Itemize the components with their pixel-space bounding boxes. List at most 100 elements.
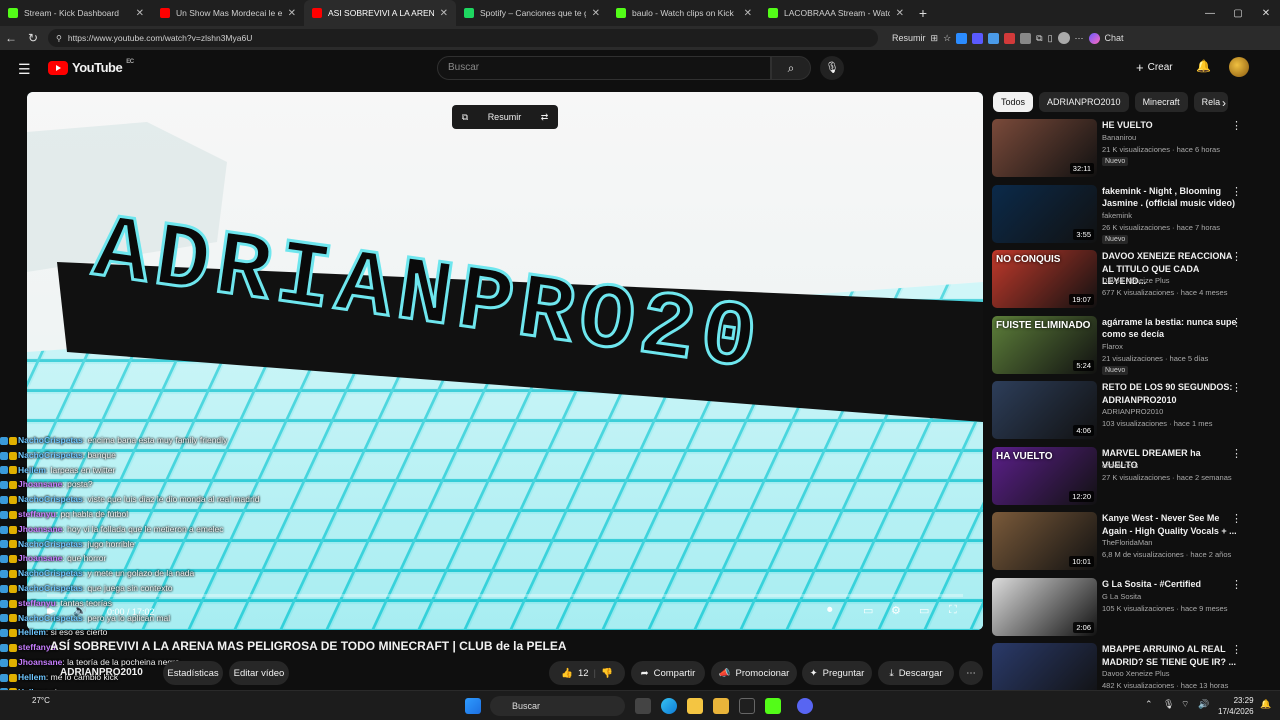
tab-close-icon[interactable]: ✕ [744,8,752,19]
recommendation-item[interactable]: 32:11 HE VUELTO Bananirou 21 K visualizacio… [992,119,1250,179]
settings-gear-icon[interactable]: ⚙ [891,604,901,617]
download-button[interactable]: ⤓ Descargar [878,661,954,685]
browser-tab[interactable]: ASI SOBREVIVI A LA ARENA M ✕ [304,0,456,26]
rec-title[interactable]: RETO DE LOS 90 SEGUNDOS: ADRIANPRO2010 [1102,381,1237,406]
chat-username[interactable]: Hellem [18,465,46,475]
rec-channel[interactable]: TheFloridaMan [1102,538,1152,547]
browser-tab[interactable]: baulo - Watch clips on Kick ✕ [608,0,760,26]
hamburger-menu-icon[interactable]: ☰ [18,61,31,78]
recommendation-item[interactable]: 3:55 fakemink - Night , Blooming Jasmine … [992,184,1250,245]
summarize-label[interactable]: Resumir [488,112,522,122]
video-thumbnail[interactable]: 3:55 [992,184,1097,243]
dislike-icon[interactable]: 👎 [601,668,613,679]
more-options-icon[interactable]: ⋮ [1231,643,1242,656]
notification-center-icon[interactable]: 🔔 [1260,699,1271,710]
recommendation-item[interactable]: 10:01 Kanye West - Never See Me Again - H… [992,512,1250,572]
voice-search-button[interactable]: 🎙 [820,56,844,80]
rec-title[interactable]: agárrame la bestia: nunca supe como se d… [1102,316,1237,341]
recommendation-item[interactable]: HA VUELTO 12:20 MARVEL DREAMER ha VUELTO or… [992,446,1250,507]
settings-app-icon[interactable] [739,698,755,714]
extension-icon[interactable] [988,32,1000,44]
file-explorer-icon[interactable] [713,698,729,714]
tab-close-icon[interactable]: ✕ [440,8,448,19]
search-button[interactable]: ⌕ [771,56,811,80]
more-options-icon[interactable]: ⋮ [1231,578,1242,591]
youtube-logo[interactable]: YouTube EC [48,59,134,75]
menu-dots-icon[interactable]: ⋯ [1075,33,1084,44]
chat-username[interactable]: Jhoansane [18,524,62,534]
rec-title[interactable]: G La Sosita - #Certified [1102,578,1237,591]
recommendation-item[interactable]: 2:06 G La Sosita - #Certified G La Sosita 1… [992,577,1250,638]
more-options-icon[interactable]: ⋮ [1231,250,1242,263]
channel-name[interactable]: ADRIANPRO2010 [60,667,143,678]
share-button[interactable]: ➦ Compartir [631,661,705,685]
back-icon[interactable]: ← [0,31,22,45]
microphone-tray-icon[interactable]: 🎙 [1163,699,1174,710]
extension-icon[interactable] [956,32,968,44]
translate-icon[interactable]: ⇄ [541,112,549,123]
chat-username[interactable]: steffanyu [18,509,56,519]
chat-username[interactable]: NachoCrispetas [18,613,83,623]
chevron-right-icon[interactable]: › [1222,96,1226,110]
summarize-pill[interactable]: ⧉ Resumir ⇄ [452,105,558,129]
rec-title[interactable]: fakemink - Night , Blooming Jasmine . (o… [1102,185,1237,210]
kick-app-icon[interactable] [765,698,781,714]
rec-channel[interactable]: Bananirou [1102,133,1136,142]
avatar[interactable] [1229,57,1249,77]
start-windows-icon[interactable] [465,698,481,714]
video-thumbnail[interactable]: FUISTE ELIMINADO 5:24 [992,315,1097,374]
filter-chip[interactable]: Todos [993,92,1034,112]
theater-mode-icon[interactable]: ▭ [919,604,929,617]
extension-icon[interactable] [1020,32,1032,44]
rec-title[interactable]: MBAPPE ARRUINO AL REAL MADRID? SE TIENE … [1102,643,1237,668]
tab-close-icon[interactable]: ✕ [896,8,904,19]
tray-chevron-up-icon[interactable]: ⌃ [1145,699,1153,710]
rec-channel[interactable]: Flarox [1102,342,1123,351]
picture-in-picture-icon[interactable]: ⧉ [462,112,468,123]
volume-tray-icon[interactable]: 🔊 [1198,699,1209,710]
video-thumbnail[interactable]: 2:06 [992,577,1097,636]
more-options-icon[interactable]: ⋮ [1231,185,1242,198]
rec-channel[interactable]: orslok recs [1102,461,1138,470]
recommendation-item[interactable]: 4:06 RETO DE LOS 90 SEGUNDOS: ADRIANPRO20… [992,381,1250,441]
taskbar-clock[interactable]: 23:29 17/4/2026 [1218,695,1254,717]
chat-username[interactable]: NachoCrispetas [18,568,83,578]
video-thumbnail[interactable]: 10:01 [992,512,1097,570]
resumir-button[interactable]: Resumir [892,33,926,43]
wifi-icon[interactable]: ⌔ [1181,699,1189,710]
like-count[interactable]: 12 [578,668,589,679]
star-icon[interactable]: ☆ [943,33,951,44]
more-options-icon[interactable]: ⋮ [1231,512,1242,525]
rec-channel[interactable]: G La Sosita [1102,592,1141,601]
extension-icon[interactable] [1004,32,1016,44]
weather-temp[interactable]: 27°C [32,696,50,705]
discord-icon[interactable] [797,698,813,714]
rec-title[interactable]: HE VUELTO [1102,119,1237,132]
extensions-puzzle-icon[interactable]: ⧉ [1036,33,1042,44]
chat-username[interactable]: NachoCrispetas [18,583,83,593]
browser-tab[interactable]: LACOBRAAA Stream - Watch Live ✕ [760,0,912,26]
site-info-icon[interactable]: ⚲ [56,34,62,43]
filter-chip[interactable]: Minecraft [1134,92,1188,112]
reload-icon[interactable]: ↻ [22,31,44,45]
store-icon[interactable] [687,698,703,714]
minimize-icon[interactable]: — [1196,0,1224,26]
browser-tab[interactable]: Spotify – Canciones que te gustan ✕ [456,0,608,26]
more-options-icon[interactable]: ⋮ [1231,316,1242,329]
more-options-icon[interactable]: ⋮ [1231,119,1242,132]
rec-channel[interactable]: ADRIANPRO2010 [1102,407,1163,416]
filter-chip[interactable]: ADRIANPRO2010 [1039,92,1129,112]
like-icon[interactable]: 👍 [561,668,573,679]
edit-video-button[interactable]: Editar vídeo [229,661,289,685]
create-button[interactable]: + Crear [1136,60,1173,75]
chat-username[interactable]: NachoCrispetas [18,539,83,549]
rec-channel[interactable]: Davoo Xeneize Plus [1102,276,1170,285]
chat-username[interactable]: steffanyu [18,598,56,608]
chat-username[interactable]: Jhoansane [18,479,62,489]
copilot-icon[interactable] [1088,32,1100,44]
close-window-icon[interactable]: ✕ [1252,0,1280,26]
video-thumbnail[interactable]: 4:06 [992,381,1097,439]
subtitles-icon[interactable]: ▭ [863,604,873,617]
browser-tab[interactable]: Un Show Mas Mordecai le enseña ✕ [152,0,304,26]
sidebar-toggle-icon[interactable]: ▯ [1048,33,1053,44]
